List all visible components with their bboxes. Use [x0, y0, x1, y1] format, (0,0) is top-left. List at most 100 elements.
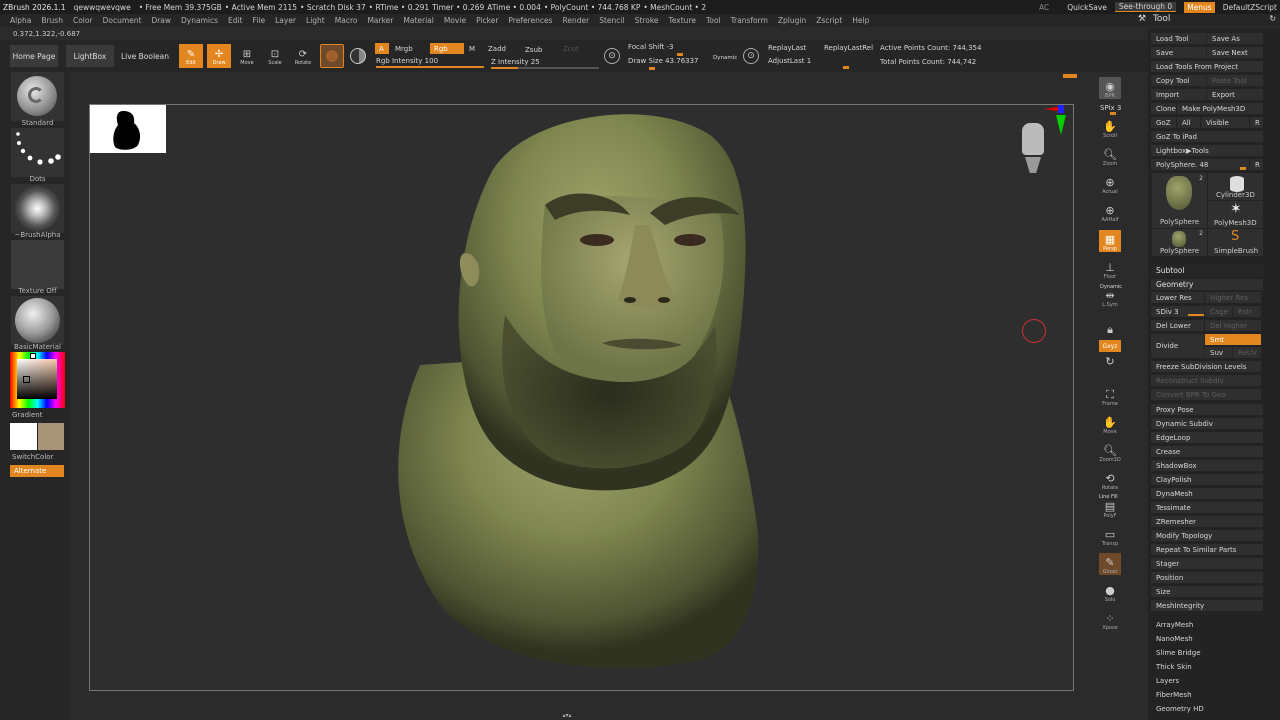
menu-brush[interactable]: Brush — [41, 16, 63, 25]
switch-color-button[interactable]: SwitchColor — [12, 453, 53, 461]
ghost-button[interactable]: ✎ Ghost — [1099, 553, 1121, 575]
brush-preview-button[interactable] — [320, 44, 344, 68]
export-button[interactable]: Export — [1207, 89, 1263, 100]
shadowbox-section[interactable]: ShadowBox — [1151, 460, 1263, 471]
del-lower-button[interactable]: Del Lower — [1151, 320, 1204, 331]
tool-thumb-cylinder3d[interactable]: Cylinder3D — [1208, 173, 1263, 200]
nanomesh-section[interactable]: NanoMesh — [1156, 635, 1193, 643]
gxyz-button[interactable]: Gxyz — [1099, 340, 1121, 352]
proxy-pose-section[interactable]: Proxy Pose — [1151, 404, 1263, 415]
lightbox-tools-button[interactable]: Lightbox▶Tools — [1151, 145, 1263, 156]
aahalf-button[interactable]: ⊕ AAHalf — [1099, 201, 1121, 224]
alternate-button[interactable]: Alternate — [10, 465, 64, 477]
convert-bpr-button[interactable]: Convert BPR To Geo — [1151, 389, 1261, 400]
live-boolean-button[interactable]: Live Boolean — [120, 45, 170, 67]
home-page-button[interactable]: Home Page — [10, 45, 58, 67]
focal-shift-icon[interactable]: ⊙ — [604, 48, 620, 64]
texture-thumbnail[interactable] — [11, 240, 64, 289]
rotate-axis-button[interactable]: ↻ — [1099, 354, 1121, 368]
draw-size-slider[interactable]: Draw Size 43.76337 — [628, 57, 699, 65]
menu-document[interactable]: Document — [103, 16, 142, 25]
load-tools-from-project-button[interactable]: Load Tools From Project — [1151, 61, 1263, 72]
persp-button[interactable]: ▦ Persp — [1099, 230, 1121, 252]
save-as-button[interactable]: Save As — [1207, 33, 1263, 44]
floor-button[interactable]: ⊥ Floor — [1099, 258, 1121, 281]
goz-to-ipad-button[interactable]: GoZ To iPad — [1151, 131, 1263, 142]
make-polymesh3d-button[interactable]: Make PolyMesh3D — [1177, 103, 1263, 114]
tool-thumb-simplebrush[interactable]: S SimpleBrush — [1208, 229, 1263, 256]
menus-button[interactable]: Menus — [1184, 1, 1215, 13]
rgb-intensity-track[interactable] — [376, 66, 484, 68]
save-next-button[interactable]: Save Next — [1207, 47, 1263, 58]
menu-transform[interactable]: Transform — [731, 16, 768, 25]
shelf-scroll-indicator[interactable] — [1063, 74, 1077, 78]
stroke-thumbnail[interactable] — [11, 128, 64, 177]
zsub-button[interactable]: Zsub — [525, 46, 542, 54]
menu-texture[interactable]: Texture — [669, 16, 696, 25]
menu-macro[interactable]: Macro — [335, 16, 358, 25]
menu-marker[interactable]: Marker — [367, 16, 393, 25]
fibermesh-section[interactable]: FiberMesh — [1156, 691, 1192, 699]
menu-layer[interactable]: Layer — [275, 16, 296, 25]
spix-knob[interactable] — [1110, 112, 1116, 115]
tool-r-button[interactable]: R — [1250, 159, 1263, 170]
load-tool-button[interactable]: Load Tool — [1151, 33, 1206, 44]
z-intensity-slider[interactable]: Z Intensity 25 — [491, 58, 540, 66]
lightbox-button[interactable]: LightBox — [66, 45, 114, 67]
edit-mode-button[interactable]: ✎ Edit — [179, 44, 203, 68]
divide-button[interactable]: Divide — [1151, 334, 1204, 358]
spix-slider[interactable]: SPix 3 — [1100, 104, 1121, 112]
menu-render[interactable]: Render — [563, 16, 590, 25]
del-higher-button[interactable]: Del Higher — [1205, 320, 1261, 331]
gradient-label[interactable]: Gradient — [12, 411, 42, 419]
color-picker[interactable] — [10, 352, 65, 408]
goz-visible-button[interactable]: Visible — [1201, 117, 1249, 128]
size-section[interactable]: Size — [1151, 586, 1263, 597]
polysphere-tool-slider[interactable]: PolySphere. 48 — [1151, 159, 1249, 170]
secondary-color-swatch[interactable] — [38, 423, 64, 450]
zoom-button[interactable]: 🔍︎ Zoom — [1099, 145, 1121, 168]
menu-light[interactable]: Light — [306, 16, 325, 25]
axis-gizmo[interactable] — [1044, 105, 1066, 135]
solo-button[interactable]: ● Solo — [1099, 581, 1121, 604]
meshintegrity-section[interactable]: MeshIntegrity — [1151, 600, 1263, 611]
clone-button[interactable]: Clone — [1151, 103, 1176, 114]
menu-dynamics[interactable]: Dynamics — [181, 16, 218, 25]
see-through-slider[interactable]: See-through 0 — [1114, 2, 1177, 12]
geometry-hd-section[interactable]: Geometry HD — [1156, 705, 1204, 713]
menu-color[interactable]: Color — [73, 16, 93, 25]
polysphere-slider-knob[interactable] — [1240, 167, 1246, 170]
freeze-subdivision-button[interactable]: Freeze SubDivision Levels — [1151, 361, 1261, 372]
menu-zscript[interactable]: Zscript — [816, 16, 842, 25]
adjust-last-knob[interactable] — [843, 66, 849, 69]
replay-last-button[interactable]: ReplayLast — [768, 44, 806, 52]
scroll-button[interactable]: ✋ Scroll — [1099, 117, 1121, 140]
position-section[interactable]: Position — [1151, 572, 1263, 583]
quicksave-button[interactable]: QuickSave — [1067, 3, 1107, 12]
material-thumbnail[interactable] — [11, 296, 64, 345]
zcut-button[interactable]: Zcut — [563, 45, 579, 53]
menu-movie[interactable]: Movie — [444, 16, 466, 25]
rotate-mode-button[interactable]: ⟳ Rotate — [291, 44, 315, 68]
adjust-last-slider[interactable]: AdjustLast 1 — [768, 57, 811, 65]
a-toggle[interactable]: A — [375, 43, 389, 54]
modify-topology-section[interactable]: Modify Topology — [1151, 530, 1263, 541]
menu-preferences[interactable]: Preferences — [508, 16, 552, 25]
draw-mode-button[interactable]: ✢ Draw — [207, 44, 231, 68]
dynamic-subdiv-section[interactable]: Dynamic Subdiv — [1151, 418, 1263, 429]
goz-r-button[interactable]: R — [1250, 117, 1263, 128]
claypolish-section[interactable]: ClayPolish — [1151, 474, 1263, 485]
suv-toggle[interactable]: Suv — [1205, 347, 1232, 358]
tessimate-section[interactable]: Tessimate — [1151, 502, 1263, 513]
lower-res-button[interactable]: Lower Res — [1151, 292, 1204, 303]
stager-section[interactable]: Stager — [1151, 558, 1263, 569]
dynamic-size-toggle[interactable]: Dynamic — [713, 55, 737, 61]
layers-section[interactable]: Layers — [1156, 677, 1179, 685]
copy-tool-button[interactable]: Copy Tool — [1151, 75, 1206, 86]
move-mode-button[interactable]: ⊞ Move — [235, 44, 259, 68]
geometry-section[interactable]: Geometry — [1151, 279, 1263, 290]
menu-edit[interactable]: Edit — [228, 16, 243, 25]
arraymesh-section[interactable]: ArrayMesh — [1156, 621, 1193, 629]
rotate-view-button[interactable]: ⟲ Rotate — [1099, 469, 1121, 492]
brush-thumbnail[interactable] — [11, 72, 64, 121]
